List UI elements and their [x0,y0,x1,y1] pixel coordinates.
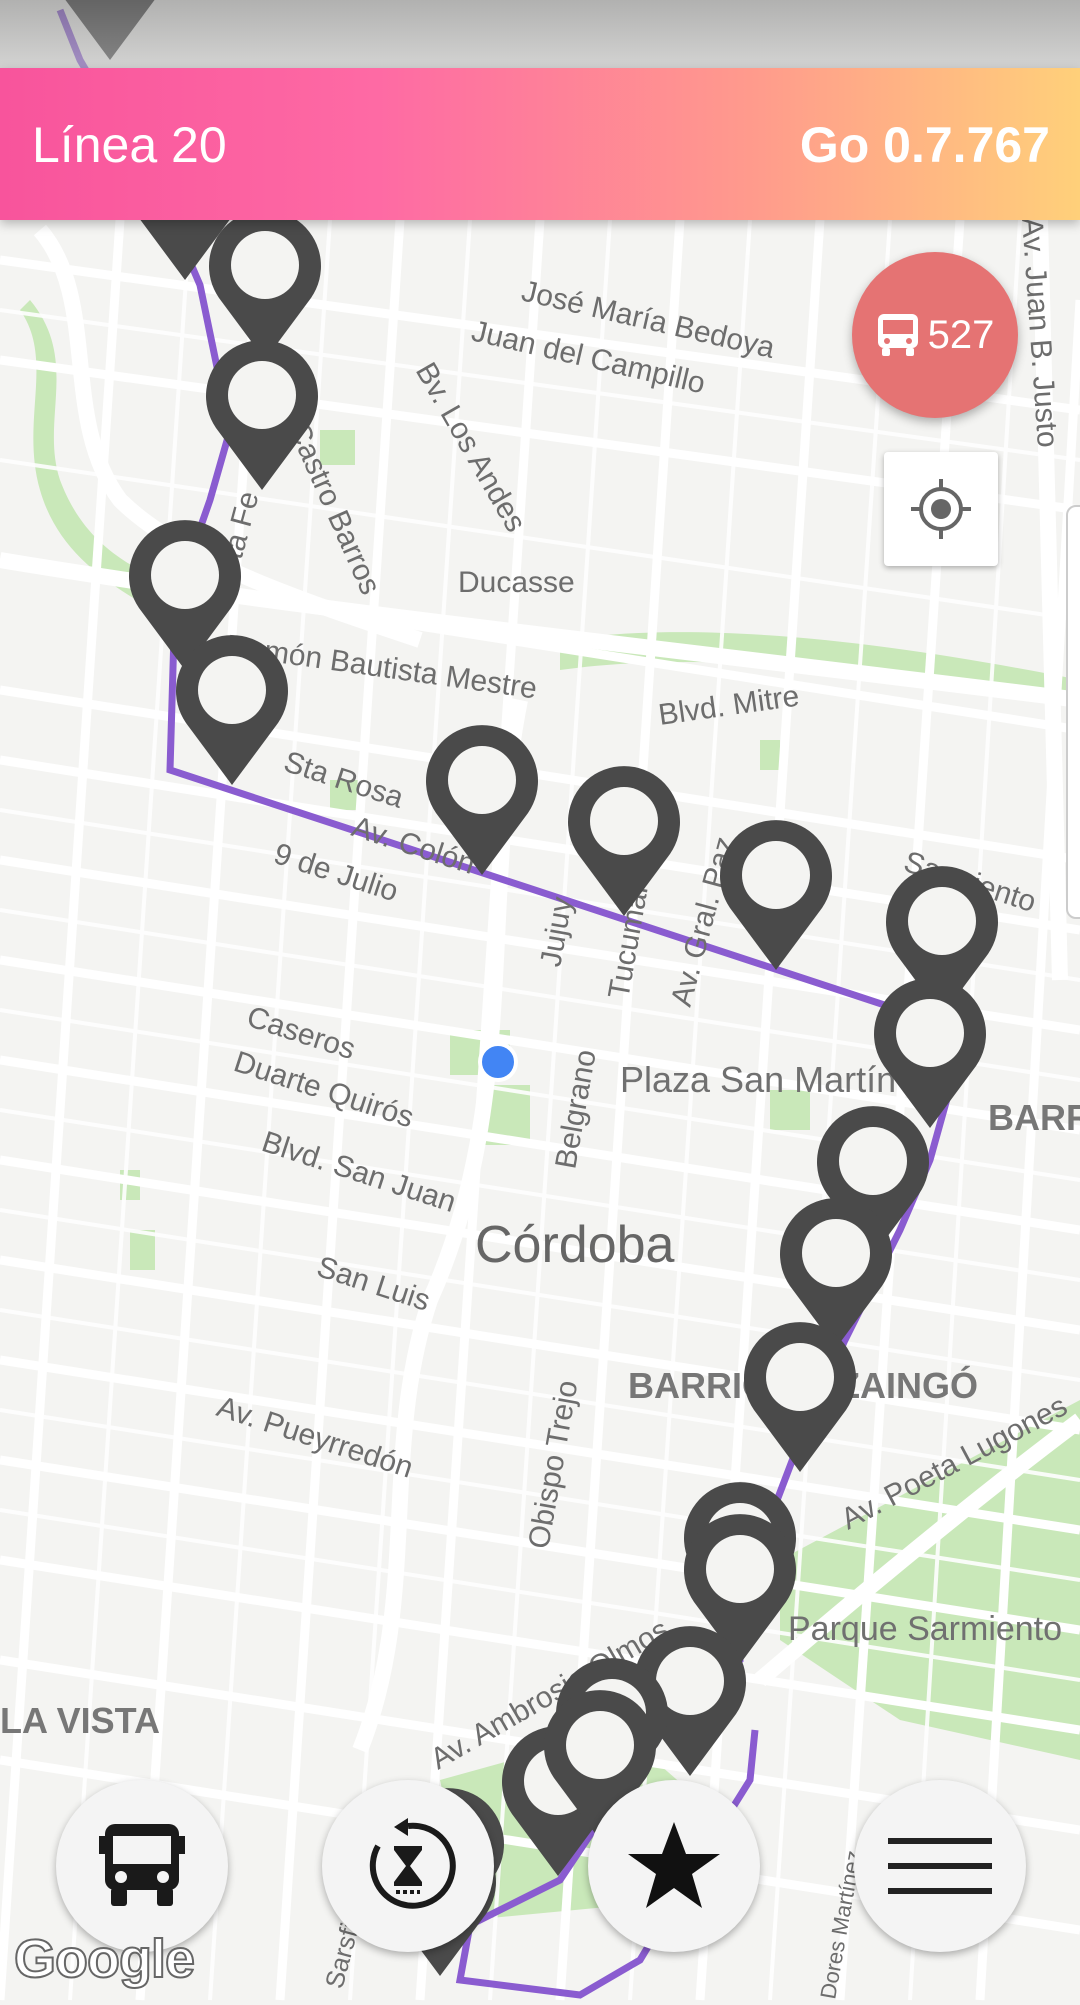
status-bar [0,0,1080,68]
park-label: Parque Sarmiento [788,1610,1062,1648]
city-label: Córdoba [475,1216,675,1274]
bus-stop-pin-hole [766,1343,834,1411]
bus-stop-pin-hole [802,1219,870,1287]
bus-stop-pin-hole [198,656,266,724]
app-bar: Línea 20 Go 0.7.767 [0,68,1080,220]
history-button[interactable] [322,1780,494,1952]
bus-stop-pin-hole [896,999,964,1067]
bus-stop-pin-hole [228,361,296,429]
neighborhood-label: LA VISTA [0,1700,160,1741]
bus-stop-pin-hole [231,231,299,299]
line-title: Línea 20 [32,117,227,173]
neighborhood-label-2: BARRIO GRAL [988,1097,1080,1138]
bus-lines-button[interactable] [56,1780,228,1952]
menu-button[interactable] [854,1780,1026,1952]
my-location-button[interactable] [884,452,998,566]
menu-icon [888,1838,992,1894]
bus-icon [877,314,918,356]
side-drawer-handle[interactable] [1066,505,1080,919]
bus-stop-pin-hole [590,787,658,855]
bus-stop-pin-hole [908,887,976,955]
bus-stop-pin-hole [706,1535,774,1603]
bus-stop-pin-hole [566,1711,634,1779]
google-attribution: Google [13,1928,196,1990]
svg-text:Ducasse: Ducasse [458,566,575,599]
bus-stop-pin-hole [839,1127,907,1195]
crosshair-icon [911,479,971,539]
user-location-dot [478,1042,518,1082]
plaza-label: Plaza San Martín [620,1059,896,1100]
version-label: Go 0.7.767 [799,117,1050,173]
hourglass-icon [369,1818,456,1909]
bus-stop-pin-hole [742,841,810,909]
favorites-button[interactable] [588,1780,760,1952]
bus-stop-pin-hole [151,541,219,609]
bus-stop-pin-hole [448,746,516,814]
bus-count-value: 527 [927,312,995,357]
star-icon [628,1822,720,1908]
bus-count-button[interactable]: 527 [852,252,1018,418]
bus-icon [99,1824,185,1906]
